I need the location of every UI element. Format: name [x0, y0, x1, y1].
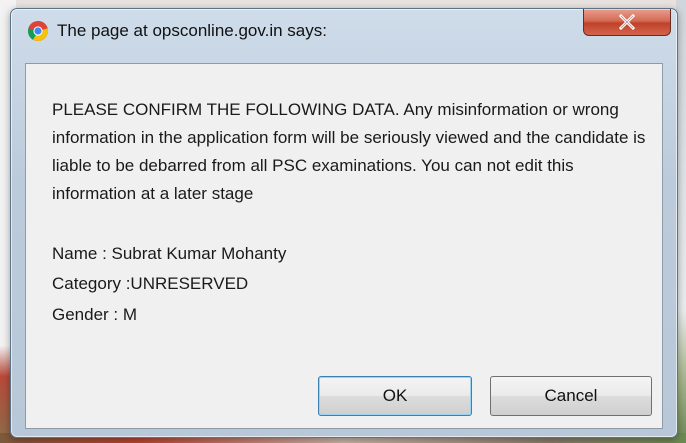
detail-category: Category :UNRESERVED [52, 274, 249, 293]
dialog-titlebar[interactable]: The page at opsconline.gov.in says: [11, 9, 677, 45]
dialog-body: PLEASE CONFIRM THE FOLLOWING DATA. Any m… [25, 63, 663, 429]
detail-name: Name : Subrat Kumar Mohanty [52, 244, 287, 263]
confirm-message: PLEASE CONFIRM THE FOLLOWING DATA. Any m… [52, 100, 646, 203]
close-x-icon [618, 14, 636, 30]
ok-button[interactable]: OK [318, 376, 472, 416]
alert-dialog: The page at opsconline.gov.in says: PLEA… [10, 8, 678, 438]
dialog-title: The page at opsconline.gov.in says: [57, 21, 327, 40]
chrome-icon [27, 20, 49, 42]
close-button[interactable] [583, 9, 671, 36]
detail-gender: Gender : M [52, 305, 138, 324]
cancel-button[interactable]: Cancel [490, 376, 652, 416]
